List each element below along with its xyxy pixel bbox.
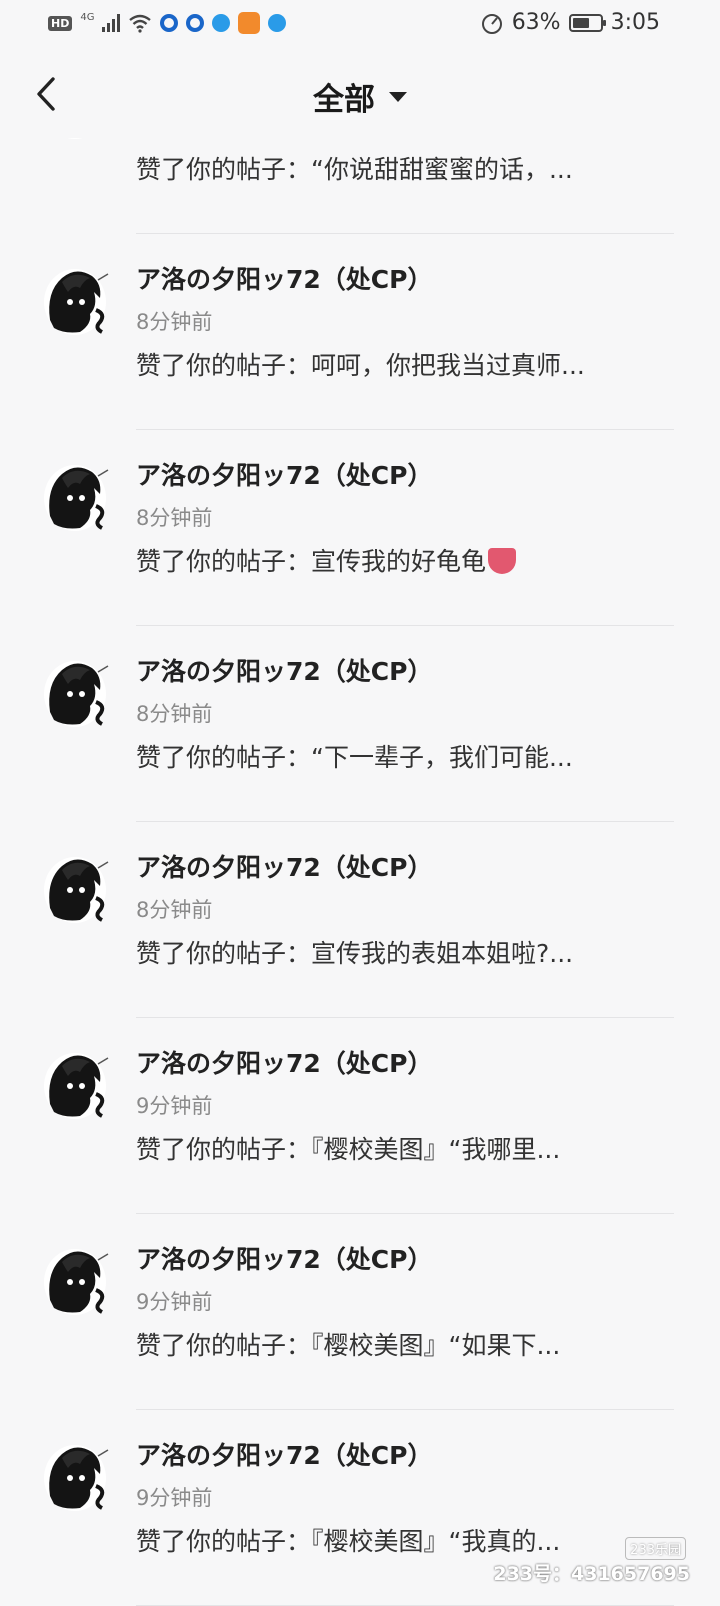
notification-item[interactable]: ア洛の夕阳ッ72（处CP） 9分钟前赞了你的帖子：『樱校美图』“我哪里... bbox=[0, 1018, 720, 1214]
filter-dropdown[interactable]: 全部 bbox=[0, 74, 720, 119]
app-notification-icon bbox=[186, 14, 205, 32]
message-text: 赞了你的帖子：宣传我的表姐本姐啦?... bbox=[136, 939, 574, 968]
timestamp: 9分钟前 bbox=[136, 1486, 213, 1510]
notification-message[interactable]: 赞了你的帖子：呵呵，你把我当过真师... bbox=[136, 346, 585, 382]
user-name[interactable]: ア洛の夕阳ッ72（处CP） bbox=[136, 652, 432, 688]
avatar[interactable] bbox=[40, 1438, 110, 1514]
notification-item[interactable]: ア洛の夕阳ッ72（处CP） 8分钟前赞了你的帖子：宣传我的表姐本姐啦?... bbox=[0, 822, 720, 1018]
timestamp: 9分钟前 bbox=[136, 1094, 213, 1118]
notification-item[interactable]: ア洛の夕阳ッ72（处CP） 8分钟前赞了你的帖子：呵呵，你把我当过真师... bbox=[0, 234, 720, 430]
notification-item[interactable]: ア洛の夕阳ッ72（处CP） 8分钟前赞了你的帖子：“下一辈子，我们可能... bbox=[0, 626, 720, 822]
status-left: HD 4G bbox=[48, 11, 287, 34]
page-title: 全部 bbox=[313, 82, 375, 118]
notification-message[interactable]: 赞了你的帖子：宣传我的表姐本姐啦?... bbox=[136, 934, 573, 970]
app-notification-icon bbox=[212, 14, 231, 32]
caret-down-icon bbox=[389, 91, 407, 102]
avatar[interactable] bbox=[40, 1046, 110, 1122]
message-text: 赞了你的帖子：“下一辈子，我们可能... bbox=[136, 743, 573, 772]
battery-percent: 63% bbox=[511, 10, 561, 35]
avatar[interactable] bbox=[40, 850, 110, 926]
network-type: 4G bbox=[80, 11, 95, 23]
message-text: 赞了你的帖子：『樱校美图』“如果下... bbox=[136, 1331, 561, 1360]
message-text: 赞了你的帖子：呵呵，你把我当过真师... bbox=[136, 351, 585, 380]
signal-icon bbox=[102, 14, 121, 32]
notification-message[interactable]: 赞了你的帖子：『樱校美图』“如果下... bbox=[136, 1326, 560, 1362]
avatar[interactable] bbox=[40, 458, 110, 534]
avatar[interactable] bbox=[40, 654, 110, 730]
avatar[interactable] bbox=[40, 1242, 110, 1318]
hd-icon: HD bbox=[48, 15, 73, 31]
tongue-emoji bbox=[488, 548, 517, 574]
message-text: 赞了你的帖子：“你说甜甜蜜蜜的话，... bbox=[136, 155, 573, 184]
timestamp: 8分钟前 bbox=[136, 506, 213, 530]
speed-icon bbox=[481, 13, 502, 34]
notification-message[interactable]: 赞了你的帖子：宣传我的好龟龟 bbox=[136, 542, 517, 578]
message-text: 赞了你的帖子：『樱校美图』“我真的... bbox=[136, 1527, 561, 1556]
user-name[interactable]: ア洛の夕阳ッ72（处CP） bbox=[136, 1436, 432, 1472]
user-name[interactable]: ア洛の夕阳ッ72（处CP） bbox=[136, 1044, 432, 1080]
notification-message[interactable]: 赞了你的帖子：『樱校美图』“我真的... bbox=[136, 1522, 560, 1558]
status-right: 63% 3:05 bbox=[480, 10, 660, 35]
top-nav-bar: 全部 bbox=[0, 52, 720, 138]
app-notification-icon bbox=[160, 14, 179, 32]
avatar[interactable] bbox=[40, 262, 110, 338]
watermark-logo: 233乐园 bbox=[625, 1537, 686, 1560]
timestamp: 9分钟前 bbox=[136, 1290, 213, 1314]
notification-message[interactable]: 赞了你的帖子：“你说甜甜蜜蜜的话，... bbox=[136, 150, 573, 186]
timestamp: 8分钟前 bbox=[136, 898, 213, 922]
timestamp: 8分钟前 bbox=[136, 310, 213, 334]
user-name[interactable]: ア洛の夕阳ッ72（处CP） bbox=[136, 260, 432, 296]
user-name[interactable]: ア洛の夕阳ッ72（处CP） bbox=[136, 456, 432, 492]
video-app-icon bbox=[238, 12, 261, 34]
user-name[interactable]: ア洛の夕阳ッ72（处CP） bbox=[136, 848, 432, 884]
app-notification-icon bbox=[268, 14, 287, 32]
notification-item[interactable]: ア洛の夕阳ッ72（处CP） 9分钟前赞了你的帖子：『樱校美图』“如果下... bbox=[0, 1214, 720, 1410]
notification-message[interactable]: 赞了你的帖子：『樱校美图』“我哪里... bbox=[136, 1130, 560, 1166]
message-text: 赞了你的帖子：宣传我的好龟龟 bbox=[136, 547, 487, 576]
timestamp: 8分钟前 bbox=[136, 702, 213, 726]
battery-icon bbox=[568, 13, 606, 32]
clock: 3:05 bbox=[610, 10, 660, 35]
notification-message[interactable]: 赞了你的帖子：“下一辈子，我们可能... bbox=[136, 738, 573, 774]
user-name[interactable]: ア洛の夕阳ッ72（处CP） bbox=[136, 1240, 432, 1276]
watermark-text: 233号：431657695 bbox=[493, 1563, 690, 1585]
message-text: 赞了你的帖子：『樱校美图』“我哪里... bbox=[136, 1135, 561, 1164]
wifi-icon bbox=[129, 14, 152, 33]
notification-item[interactable]: ア洛の夕阳ッ72（处CP） 8分钟前赞了你的帖子：宣传我的好龟龟 bbox=[0, 430, 720, 626]
